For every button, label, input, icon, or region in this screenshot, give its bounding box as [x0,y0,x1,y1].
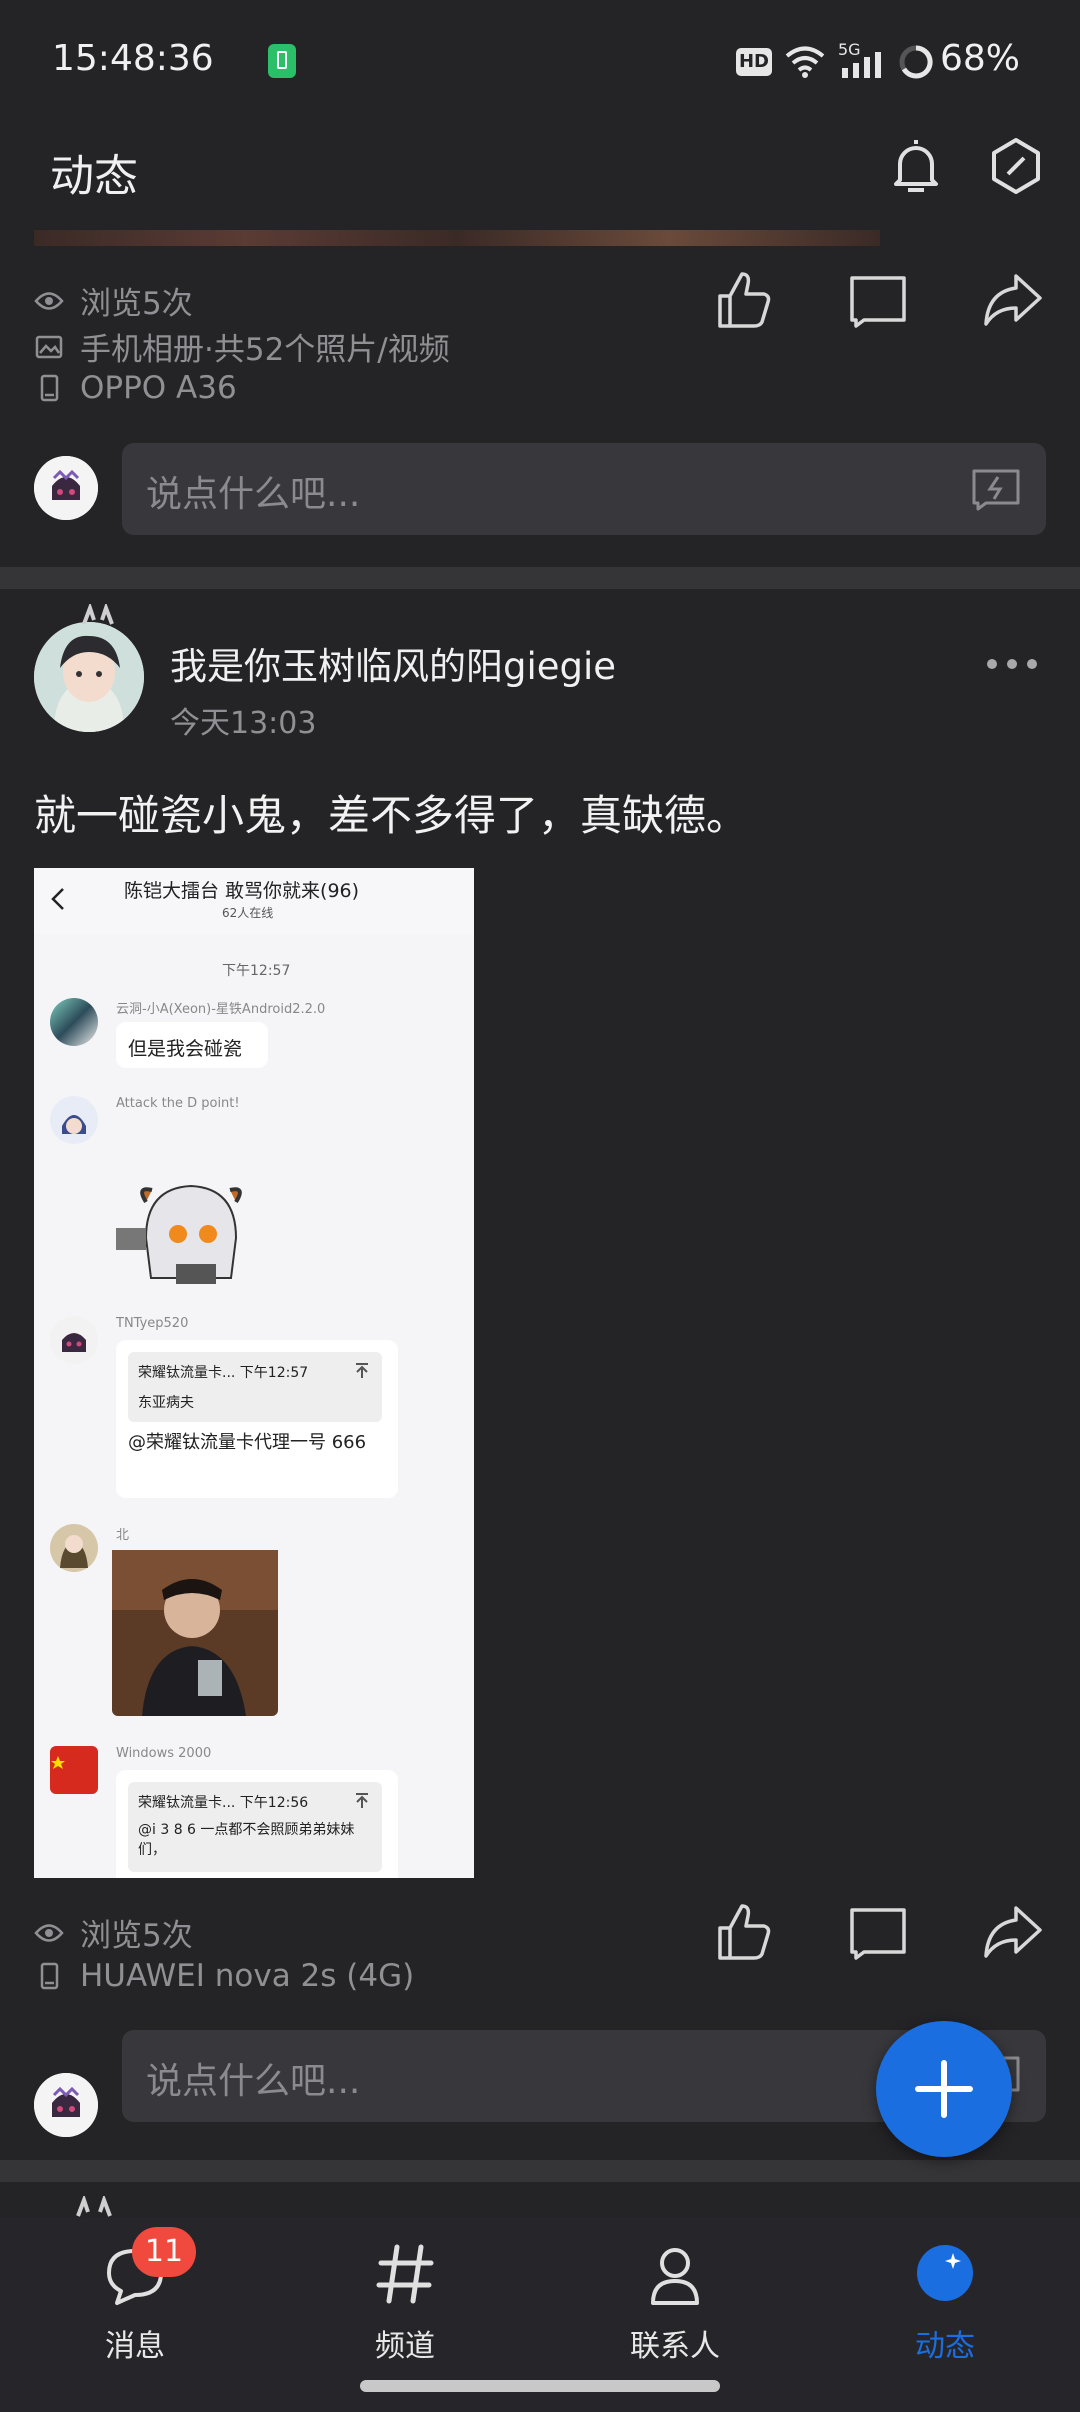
post-time: 今天13:03 [170,706,317,741]
my-avatar[interactable] [34,2073,98,2137]
battery-saver-icon [268,44,296,78]
prev-album: 手机相册·共52个照片/视频 [80,332,450,368]
device-row: HUAWEI nova 2s (4G) [34,1958,414,1994]
comment-icon[interactable] [846,1900,910,1964]
comment-icon[interactable] [846,268,910,332]
chat-online: 62人在线 [222,906,274,920]
author-name[interactable]: 我是你玉树临风的阳giegie [170,636,616,690]
album-icon [35,335,63,358]
chat-avatar [50,1524,98,1572]
bottom-nav: 11 消息 频道 联系人 动态 [0,2217,1080,2412]
wifi-icon [785,46,825,78]
chat-photo [112,1550,278,1716]
prev-comment-placeholder: 说点什么吧... [146,474,361,515]
device: HUAWEI nova 2s (4G) [80,1958,415,1994]
prev-device-row: OPPO A36 [34,370,237,406]
prev-comment-input[interactable]: 说点什么吧... [122,443,1046,535]
jump-icon [356,1363,368,1378]
chat-quote-text: 东亚病夫 [138,1395,194,1411]
nav-label: 消息 [105,2329,165,2364]
app-bar: 动态 [0,120,1080,230]
nav-item-contacts[interactable]: 联系人 [575,2217,775,2377]
feed[interactable]: 浏览5次 手机相册·共52个照片/视频 OPPO A36 说点什么吧... 我是… [0,230,1080,2217]
chat-quote-text: @i 3 8 6 一点都不会照顾弟弟妹妹们， [138,1822,355,1858]
comment-placeholder: 说点什么吧... [146,2061,361,2102]
chat-quote-title: 荣耀钛流量卡... 下午12:57 [138,1365,309,1381]
add-post-button[interactable] [876,2021,1012,2157]
avatar-ornament-icon [82,604,114,625]
status-time: 15:48:36 [52,38,214,79]
back-arrow-icon [51,888,64,910]
chat-sender: Attack the D point! [116,1096,240,1111]
share-icon[interactable] [980,1900,1044,1964]
like-icon[interactable] [710,268,774,332]
chat-bubble: 荣耀钛流量卡... 下午12:57 东亚病夫 @荣耀钛流量卡代理一号 666 [116,1340,398,1498]
battery-percent: 68% [940,38,1021,79]
chat-bubble: 但是我会碰瓷 [116,1022,268,1068]
post-content: 就一碰瓷小鬼，差不多得了，真缺德。 [34,791,749,840]
next-post-ornament-icon [76,2196,112,2217]
prev-views-row: 浏览5次 [34,278,193,323]
chat-quote-title: 荣耀钛流量卡... 下午12:56 [138,1795,309,1811]
bell-icon[interactable] [886,134,946,198]
eye-icon [34,1923,64,1942]
chat-avatar [50,1746,98,1794]
chat-sender: Windows 2000 [116,1746,212,1761]
chat-quote: 荣耀钛流量卡... 下午12:56 @i 3 8 6 一点都不会照顾弟弟妹妹们， [128,1782,382,1872]
settings-hexagon-icon[interactable] [986,134,1046,198]
feed-icon [917,2245,973,2301]
chat-avatar [50,1096,98,1144]
emoji-icon[interactable] [970,467,1022,513]
nav-label: 频道 [375,2329,435,2364]
battery-ring-icon [899,45,933,79]
contact-icon [651,2248,699,2305]
chat-group-title: 陈铠大擂台 敢骂你就来(96) [124,880,360,902]
signal-icon [842,52,881,78]
status-bar: 15:48:36 HD 5G 68% [0,0,1080,120]
nav-item-channels[interactable]: 频道 [305,2217,505,2377]
post-separator [0,2160,1080,2182]
chat-bubble: 荣耀钛流量卡... 下午12:56 @i 3 8 6 一点都不会照顾弟弟妹妹们， [116,1770,398,1878]
author-avatar[interactable] [34,622,144,732]
phone-icon [40,374,59,402]
views: 浏览5次 [80,1918,193,1954]
chat-sender: 云洞-小A(Xeon)-星铁Android2.2.0 [116,1002,326,1017]
chat-sender: TNTyep520 [116,1316,189,1331]
hash-icon [376,2244,434,2304]
hd-icon: HD [736,48,772,76]
chat-time-divider: 下午12:57 [222,963,291,979]
nav-label-active: 动态 [915,2329,975,2364]
chat-sticker [116,1184,242,1284]
chat-quote: 荣耀钛流量卡... 下午12:57 东亚病夫 [128,1352,382,1422]
share-icon[interactable] [980,268,1044,332]
chat-text: 但是我会碰瓷 [128,1038,243,1060]
like-icon[interactable] [710,1900,774,1964]
messages-badge: 11 [132,2227,196,2277]
add-icon [915,2060,973,2118]
phone-icon [40,1962,59,1990]
nav-item-messages[interactable]: 11 消息 [35,2217,235,2377]
views-row: 浏览5次 [34,1910,193,1955]
chat-sender: 北 [116,1528,130,1543]
jump-icon [356,1793,368,1808]
chat-header: 陈铠大擂台 敢骂你就来(96) 62人在线 [34,868,474,934]
prev-device: OPPO A36 [80,370,237,406]
prev-views: 浏览5次 [80,286,193,322]
prev-album-row: 手机相册·共52个照片/视频 [34,324,450,369]
post-image[interactable]: 陈铠大擂台 敢骂你就来(96) 62人在线 下午12:57 云洞-小A(Xeon… [34,868,474,1878]
prev-post-image[interactable] [34,230,880,246]
chat-avatar [50,998,98,1046]
nav-item-feed[interactable]: 动态 [845,2217,1045,2377]
home-indicator[interactable] [360,2380,720,2392]
chat-text: @荣耀钛流量卡代理一号 666 [128,1432,367,1453]
my-avatar[interactable] [34,456,98,520]
post-separator [0,567,1080,589]
nav-label: 联系人 [630,2329,720,2364]
page-title: 动态 [50,151,138,202]
chat-avatar [50,1316,98,1364]
more-icon[interactable] [984,654,1040,674]
eye-icon [34,291,64,310]
